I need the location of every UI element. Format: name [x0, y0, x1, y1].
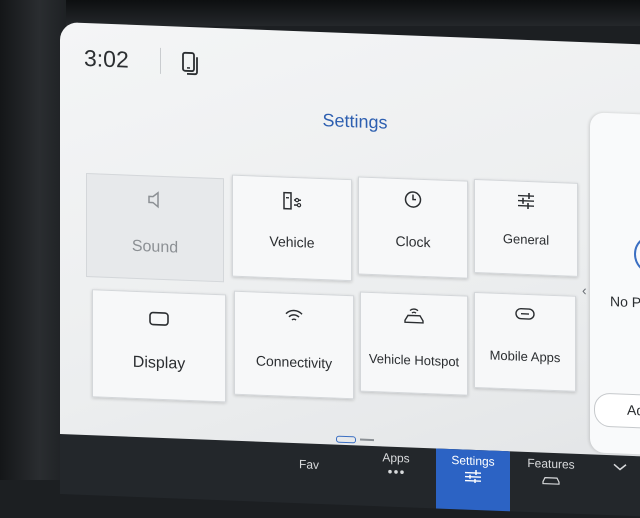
nav-settings-label: Settings: [436, 452, 510, 469]
sliders-icon: [464, 470, 482, 485]
nav-fav-label: Fav: [274, 456, 344, 473]
speaker-icon: [146, 190, 164, 209]
display-icon: [148, 310, 170, 327]
nav-apps-label: Apps: [360, 450, 432, 467]
status-time: 3:02: [84, 45, 129, 74]
screen: 3:02 Settings Sound Vehicle Clock: [60, 22, 640, 515]
link-icon: [514, 306, 536, 321]
tile-display[interactable]: Display: [92, 289, 226, 402]
bezel-top: [0, 0, 640, 26]
nav-features-label: Features: [514, 455, 588, 472]
chevron-down-icon: [613, 463, 627, 472]
nav-apps[interactable]: Apps: [360, 446, 432, 509]
wifi-icon: [284, 308, 304, 325]
bezel-left: [0, 0, 66, 480]
tile-vehicle[interactable]: Vehicle: [232, 175, 352, 282]
nav-fav[interactable]: Fav: [274, 442, 344, 505]
tile-mobile-apps[interactable]: Mobile Apps: [474, 292, 576, 392]
vehicle-settings-icon: [281, 189, 303, 212]
side-panel-text: No Pa: [610, 293, 640, 310]
tile-label-mobile-apps: Mobile Apps: [475, 347, 575, 366]
tile-connectivity[interactable]: Connectivity: [234, 291, 354, 400]
panel-circle-icon: [634, 234, 640, 276]
tile-label-vehicle: Vehicle: [233, 232, 351, 253]
status-divider: [160, 48, 161, 74]
tile-label-display: Display: [93, 352, 225, 375]
tile-label-sound: Sound: [87, 236, 223, 259]
tile-clock[interactable]: Clock: [358, 176, 468, 278]
clock-icon: [403, 189, 423, 210]
phone-projection-icon[interactable]: [180, 51, 202, 78]
side-panel-button[interactable]: Ad: [594, 393, 640, 431]
tile-label-connectivity: Connectivity: [235, 352, 353, 373]
page-title: Settings: [60, 100, 640, 144]
dots-icon: [386, 469, 406, 476]
pager-dot-active[interactable]: [336, 436, 356, 444]
tile-label-vehicle-hotspot: Vehicle Hotspot: [361, 351, 467, 370]
tile-label-general: General: [475, 230, 577, 249]
sliders-icon: [516, 192, 536, 211]
nav-more[interactable]: [590, 454, 640, 516]
hotspot-icon: [402, 306, 426, 325]
tile-general[interactable]: General: [474, 179, 578, 277]
side-panel-button-label: Ad: [627, 402, 640, 419]
tile-label-clock: Clock: [359, 231, 467, 251]
side-panel: ‹ No Pa Ad: [590, 112, 640, 455]
pager-dot[interactable]: [360, 439, 374, 442]
tile-vehicle-hotspot[interactable]: Vehicle Hotspot: [360, 292, 468, 396]
nav-features[interactable]: Features: [514, 451, 588, 514]
bottom-navbar: Fav Apps Settings Features: [60, 434, 640, 517]
tile-sound[interactable]: Sound: [86, 173, 224, 282]
chevron-left-icon[interactable]: ‹: [582, 282, 587, 298]
